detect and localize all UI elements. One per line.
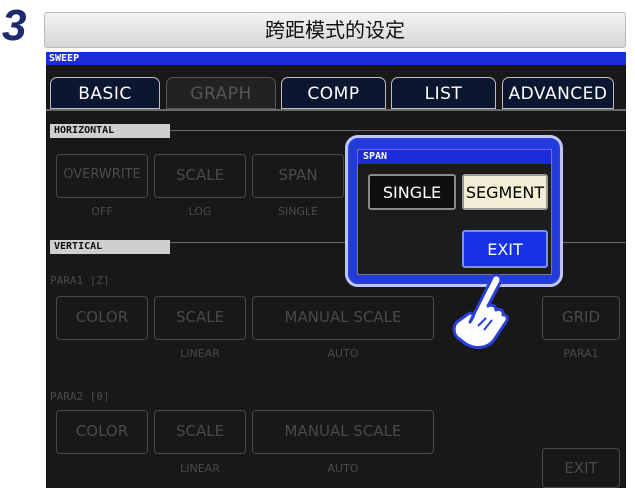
para2-scale-value: LINEAR: [180, 462, 220, 475]
horizontal-divider: [170, 130, 626, 131]
span-dialog-title: SPAN: [358, 150, 551, 164]
para1-manual-scale-value: AUTO: [327, 347, 359, 360]
para1-scale-button[interactable]: SCALE: [154, 296, 246, 340]
para2-scale-button[interactable]: SCALE: [154, 410, 246, 454]
vertical-section-label: VERTICAL: [50, 240, 170, 254]
span-value: SINGLE: [277, 205, 319, 218]
horizontal-section-label: HORIZONTAL: [50, 124, 170, 138]
span-exit-button[interactable]: EXIT: [462, 230, 548, 268]
span-single-button[interactable]: SINGLE: [368, 174, 456, 210]
para2-label: PARA2 [θ]: [50, 390, 110, 403]
tab-divider: [46, 109, 626, 111]
sweep-header: SWEEP: [46, 52, 626, 65]
tab-advanced[interactable]: ADVANCED: [502, 77, 614, 109]
para2-color-button[interactable]: COLOR: [56, 410, 148, 454]
horizontal-scale-value: LOG: [188, 205, 212, 218]
exit-button[interactable]: EXIT: [542, 448, 620, 488]
para1-color-button[interactable]: COLOR: [56, 296, 148, 340]
span-dialog: SPAN SINGLE SEGMENT EXIT: [345, 135, 563, 287]
overwrite-button[interactable]: OVERWRITE: [56, 154, 148, 198]
tab-graph[interactable]: GRAPH: [166, 77, 276, 109]
para2-manual-scale-value: AUTO: [327, 462, 359, 475]
step-number: 3: [2, 1, 27, 50]
tab-basic[interactable]: BASIC: [50, 77, 160, 109]
span-segment-button[interactable]: SEGMENT: [462, 174, 548, 210]
para1-scale-value: LINEAR: [180, 347, 220, 360]
grid-value: PARA1: [563, 347, 599, 360]
para1-manual-scale-button[interactable]: MANUAL SCALE: [252, 296, 434, 340]
span-button[interactable]: SPAN: [252, 154, 344, 198]
span-dialog-body: SPAN SINGLE SEGMENT EXIT: [357, 149, 552, 275]
instrument-screen: SWEEP BASIC GRAPH COMP LIST ADVANCED HOR…: [46, 52, 626, 488]
grid-button[interactable]: GRID: [542, 296, 620, 340]
horizontal-scale-button[interactable]: SCALE: [154, 154, 246, 198]
overwrite-value: OFF: [91, 205, 113, 218]
pointing-hand-icon: [452, 273, 509, 349]
tab-comp[interactable]: COMP: [281, 77, 386, 109]
para2-manual-scale-button[interactable]: MANUAL SCALE: [252, 410, 434, 454]
tab-list[interactable]: LIST: [391, 77, 496, 109]
page-title: 跨距模式的设定: [44, 12, 626, 48]
para1-label: PARA1 [Z]: [50, 274, 110, 287]
